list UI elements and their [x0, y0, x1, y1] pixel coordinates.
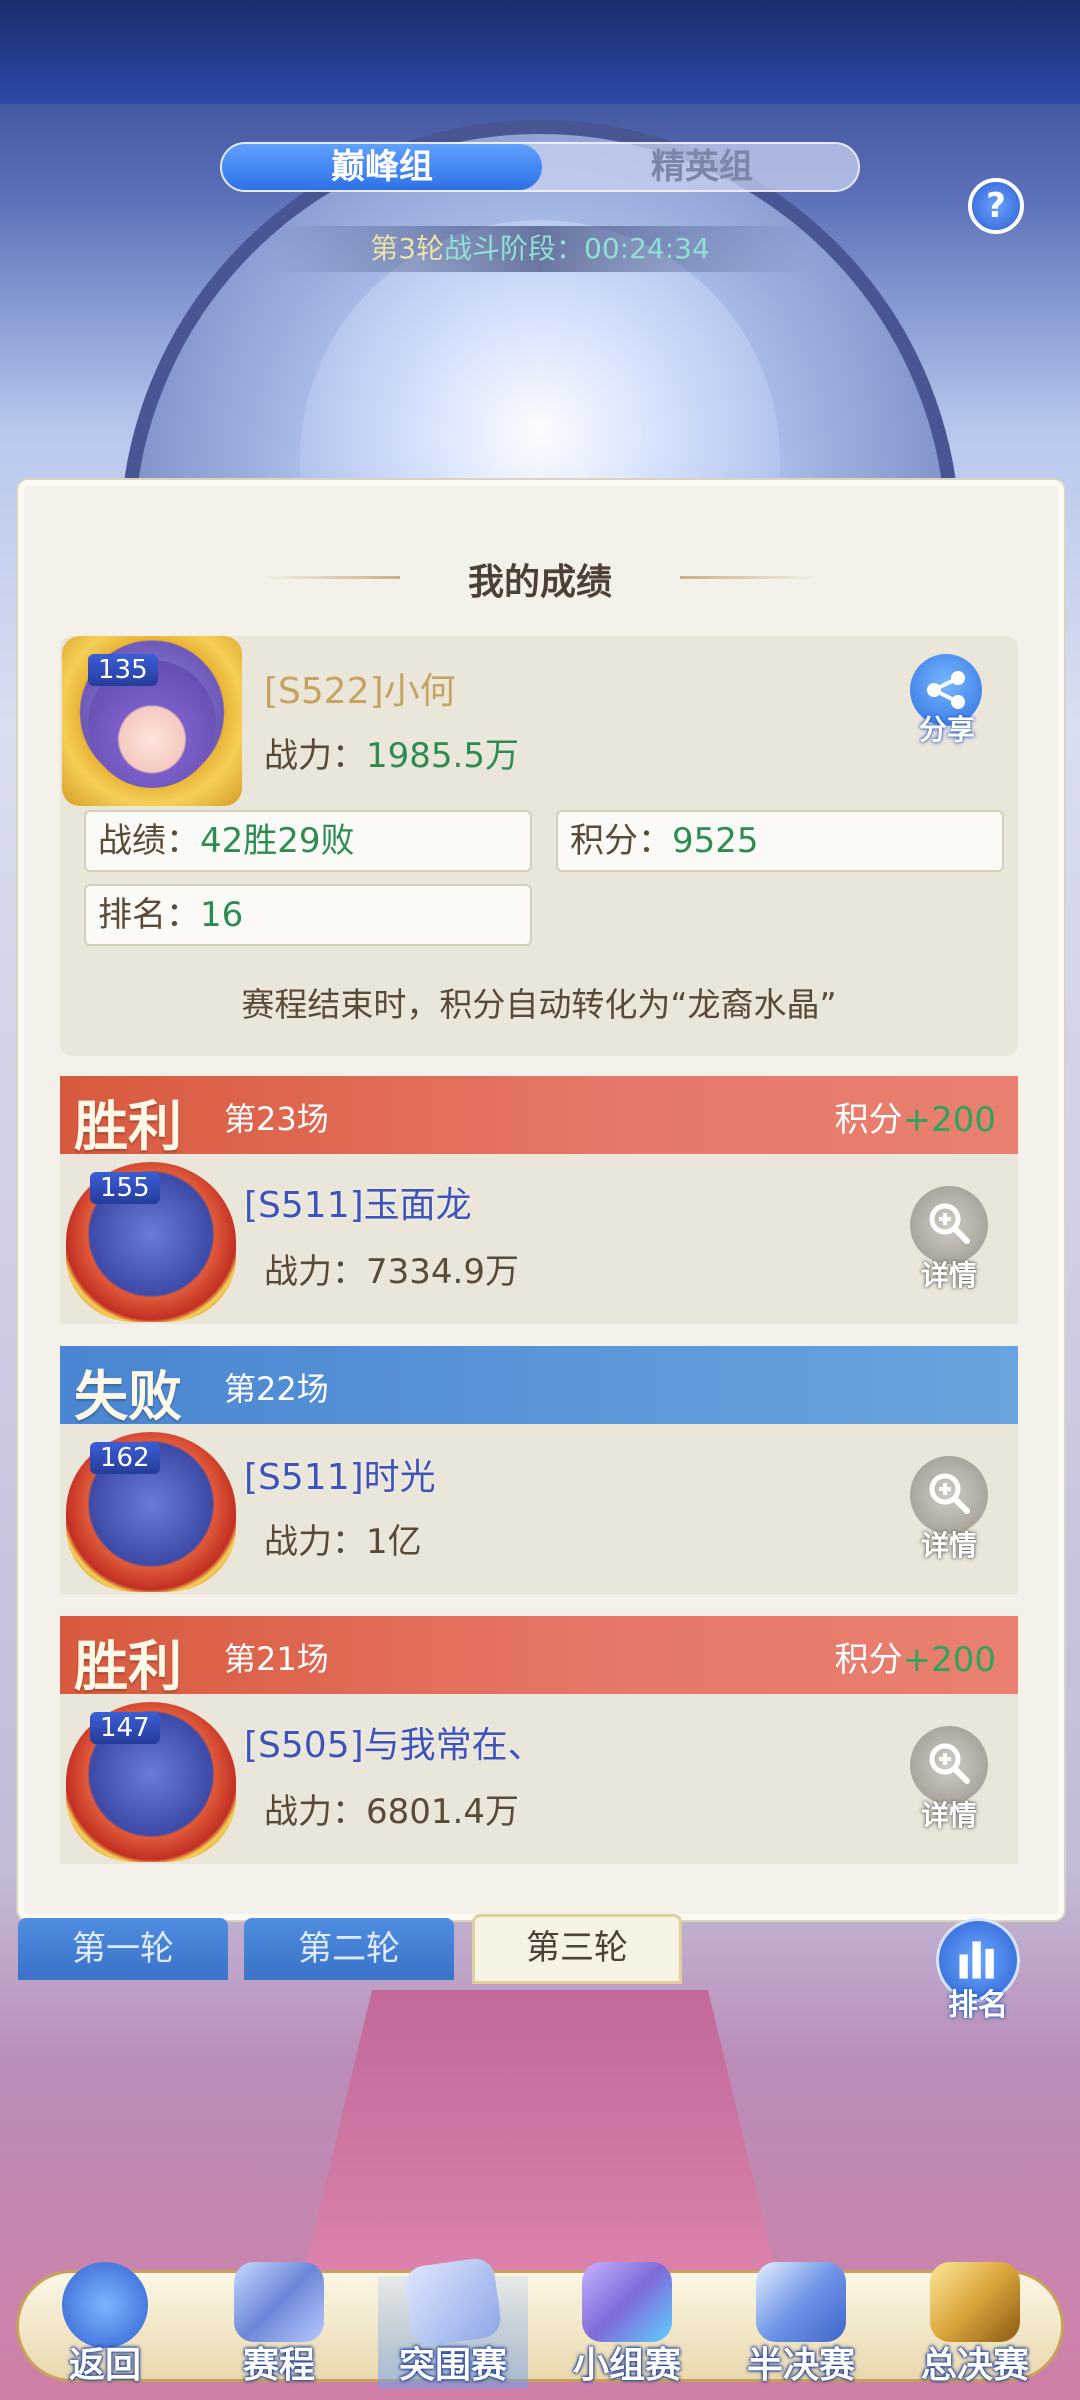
magnifier-icon: [929, 1743, 970, 1784]
record-label: 战绩：: [98, 821, 200, 861]
round-label: 第3轮: [370, 232, 445, 265]
points-value: 9525: [672, 821, 759, 861]
my-level-badge: 135: [88, 654, 158, 686]
magnifier-icon: [929, 1203, 970, 1244]
flag-icon: [402, 2256, 504, 2348]
opponent-level-badge: 147: [90, 1712, 160, 1744]
nav-breakout[interactable]: 突围赛: [368, 2256, 538, 2392]
tab-elite-group[interactable]: 精英组: [542, 144, 862, 190]
group-switch: 巅峰组 精英组: [220, 142, 860, 192]
opponent-power-label: 战力：: [264, 1522, 366, 1562]
result-label: 失败: [74, 1364, 182, 1428]
rank-label: 排名：: [98, 895, 200, 935]
panel-title: 我的成绩: [467, 562, 612, 603]
match-number: 第23场: [224, 1100, 329, 1138]
nav-label: 返回: [68, 2345, 141, 2386]
score-label: 积分: [834, 1640, 903, 1680]
score-value: +200: [902, 1100, 996, 1140]
match-header: 胜利 第21场 积分+200: [60, 1616, 1018, 1698]
share-label[interactable]: 分享: [912, 708, 982, 748]
nav-label: 半决赛: [746, 2345, 855, 2386]
rank-box: 排名：16: [84, 884, 532, 946]
carpet-decoration: [300, 1990, 780, 2290]
score-value: +200: [902, 1640, 996, 1680]
trophy-icon: [930, 2262, 1020, 2342]
match-score: 积分+200: [835, 1632, 996, 1681]
opponent-power: 战力：7334.9万: [264, 1244, 519, 1293]
crest-icon: [756, 2262, 846, 2342]
my-power: 战力：1985.5万: [264, 728, 519, 777]
tab-round-2[interactable]: 第二轮: [244, 1918, 454, 1980]
power-value: 1985.5万: [366, 736, 519, 776]
opponent-power-label: 战力：: [264, 1792, 366, 1832]
opponent-name: [S511]时光: [244, 1457, 436, 1498]
opponent-level-badge: 155: [90, 1172, 160, 1204]
score-label: 积分: [834, 1100, 903, 1140]
magnifier-icon: [929, 1473, 970, 1514]
nav-label: 赛程: [242, 2345, 315, 2386]
countdown: 00:24:34: [584, 232, 710, 265]
tab-round-3[interactable]: 第三轮: [472, 1914, 682, 1984]
match-header: 胜利 第23场 积分+200: [60, 1076, 1018, 1158]
nav-semifinal[interactable]: 半决赛: [716, 2262, 886, 2392]
result-label: 胜利: [74, 1634, 182, 1698]
nav-schedule[interactable]: 赛程: [194, 2262, 364, 2392]
nav-label: 小组赛: [572, 2345, 681, 2386]
conversion-note: 赛程结束时，积分自动转化为“龙裔水晶”: [241, 985, 837, 1024]
opponent-level-badge: 162: [90, 1442, 160, 1474]
tab-peak-group[interactable]: 巅峰组: [222, 144, 542, 190]
match-header: 失败 第22场: [60, 1346, 1018, 1428]
nav-label: 突围赛: [398, 2345, 507, 2386]
opponent-power-value: 7334.9万: [366, 1252, 519, 1292]
rank-value: 16: [200, 895, 244, 935]
record-box: 战绩：42胜29败: [84, 810, 532, 872]
shield-icon: [234, 2262, 324, 2342]
top-banner: [0, 0, 1080, 104]
round-timer: 第3轮战斗阶段：00:24:34: [270, 226, 810, 272]
opponent-name: [S511]玉面龙: [244, 1185, 472, 1226]
points-label: 积分：: [570, 821, 672, 861]
nav-group-stage[interactable]: 小组赛: [542, 2262, 712, 2392]
opponent-power: 战力：6801.4万: [264, 1784, 519, 1833]
tab-round-1[interactable]: 第一轮: [18, 1918, 228, 1980]
detail-label[interactable]: 详情: [904, 1794, 994, 1834]
phase-label: 战斗阶段：: [444, 232, 585, 265]
result-label: 胜利: [74, 1094, 182, 1158]
banner-icon: [582, 2262, 672, 2342]
nav-final[interactable]: 总决赛: [890, 2262, 1060, 2392]
match-number: 第21场: [224, 1640, 329, 1678]
detail-label[interactable]: 详情: [904, 1524, 994, 1564]
my-player-name: [S522]小何: [264, 671, 456, 712]
power-label: 战力：: [264, 736, 366, 776]
question-icon[interactable]: ?: [968, 178, 1024, 234]
nav-back[interactable]: 返回: [20, 2262, 190, 2392]
ranking-label[interactable]: 排名: [930, 1980, 1026, 2024]
record-value: 42胜29败: [200, 821, 355, 861]
match-score: 积分+200: [835, 1092, 996, 1141]
opponent-power: 战力：1亿: [264, 1514, 422, 1563]
opponent-power-value: 6801.4万: [366, 1792, 519, 1832]
share-icon: [927, 671, 965, 709]
detail-label[interactable]: 详情: [904, 1254, 994, 1294]
opponent-power-label: 战力：: [264, 1252, 366, 1292]
opponent-power-value: 1亿: [366, 1522, 422, 1562]
match-number: 第22场: [224, 1370, 329, 1408]
opponent-name: [S505]与我常在、: [244, 1725, 544, 1766]
points-box: 积分：9525: [556, 810, 1004, 872]
nav-label: 总决赛: [920, 2345, 1029, 2386]
